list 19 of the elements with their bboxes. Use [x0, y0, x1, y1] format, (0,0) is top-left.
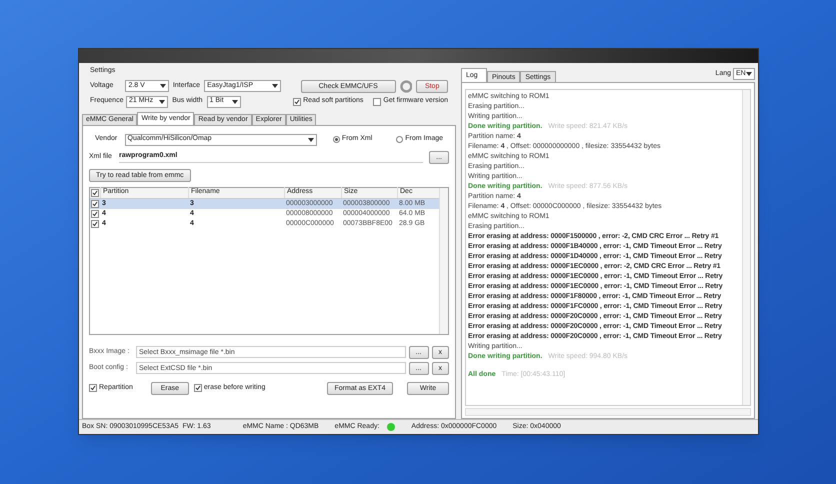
- dropdown-caret-icon: [308, 138, 314, 142]
- dropdown-caret-icon: [272, 84, 278, 88]
- radio-button[interactable]: [332, 136, 340, 143]
- checkbox[interactable]: [91, 188, 99, 196]
- checkbox[interactable]: [293, 98, 302, 106]
- checkbox[interactable]: [91, 220, 99, 228]
- checkbox[interactable]: [373, 98, 382, 106]
- horizontal-scrollbar[interactable]: [465, 408, 751, 416]
- checkbox[interactable]: [91, 210, 99, 218]
- scrollbar[interactable]: [742, 90, 750, 405]
- dropdown-caret-icon: [746, 72, 752, 76]
- radio-button[interactable]: [396, 136, 404, 143]
- checkbox[interactable]: [91, 200, 99, 208]
- dropdown-caret-icon: [160, 84, 166, 88]
- checkbox[interactable]: [194, 384, 202, 392]
- dropdown-caret-icon: [232, 100, 238, 104]
- dropdown-caret-icon: [159, 100, 166, 104]
- scrollbar[interactable]: [439, 188, 448, 334]
- checkbox[interactable]: [89, 384, 97, 392]
